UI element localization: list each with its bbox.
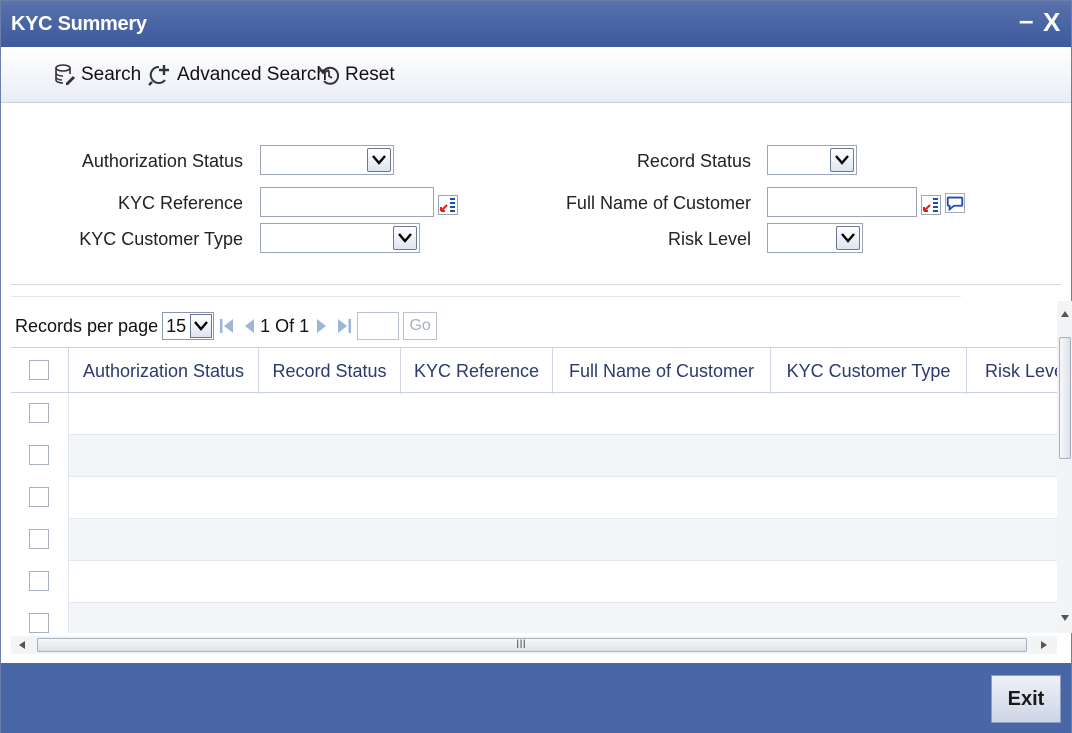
column-header-record-status[interactable]: Record Status: [259, 348, 401, 394]
previous-page-icon[interactable]: [240, 314, 258, 338]
window-title: KYC Summery: [11, 13, 147, 35]
scroll-up-icon[interactable]: [1061, 311, 1069, 317]
row-checkbox[interactable]: [29, 445, 49, 465]
kyc-customer-type-select[interactable]: [260, 223, 420, 253]
select-all-cell: [11, 348, 69, 394]
records-per-page-label: Records per page: [15, 315, 159, 336]
authorization-status-label: Authorization Status: [81, 151, 243, 171]
full-name-of-customer-label: Full Name of Customer: [565, 193, 751, 213]
table-row[interactable]: [11, 561, 1057, 603]
table-row[interactable]: [11, 519, 1057, 561]
authorization-status-select[interactable]: [260, 145, 394, 175]
table-row[interactable]: [11, 435, 1057, 477]
pagination-bar: Records per page 15 1 Of 1 Go: [15, 311, 438, 341]
kyc-summary-window: KYC Summery – X Search Advanced Search R…: [0, 0, 1072, 733]
column-header-kyc-reference[interactable]: KYC Reference: [401, 348, 553, 394]
row-checkbox[interactable]: [29, 403, 49, 423]
table-row[interactable]: [11, 477, 1057, 519]
row-checkbox[interactable]: [29, 529, 49, 549]
column-header-risk-level[interactable]: Risk Leve: [967, 348, 1057, 394]
advanced-search-icon: [148, 65, 169, 86]
column-header-full-name-of-customer[interactable]: Full Name of Customer: [553, 348, 771, 394]
exit-button[interactable]: Exit: [991, 675, 1061, 723]
vertical-scroll-thumb[interactable]: [1059, 337, 1071, 459]
last-page-icon[interactable]: [335, 314, 353, 338]
search-criteria-panel: Authorization Status KYC Reference KYC C…: [11, 105, 1061, 285]
reset-label: Reset: [345, 64, 395, 85]
next-page-icon[interactable]: [313, 314, 331, 338]
page-indicator: 1 Of 1: [260, 315, 310, 336]
table-row[interactable]: [11, 603, 1057, 633]
horizontal-scrollbar[interactable]: III: [11, 636, 1057, 654]
row-checkbox[interactable]: [29, 571, 49, 591]
row-checkbox[interactable]: [29, 613, 49, 633]
table-row[interactable]: [11, 393, 1057, 435]
risk-level-label: Risk Level: [667, 229, 751, 249]
grid-header: Authorization Status Record Status KYC R…: [11, 347, 1057, 394]
vertical-scrollbar[interactable]: [1057, 301, 1072, 633]
speech-bubble-icon[interactable]: [945, 193, 965, 213]
close-button[interactable]: X: [1043, 7, 1060, 37]
record-status-label: Record Status: [636, 151, 751, 171]
column-header-kyc-customer-type[interactable]: KYC Customer Type: [771, 348, 967, 394]
scroll-down-icon[interactable]: [1061, 615, 1069, 621]
horizontal-scroll-thumb[interactable]: III: [37, 637, 1027, 652]
go-button[interactable]: Go: [403, 312, 438, 340]
column-header-authorization-status[interactable]: Authorization Status: [69, 348, 259, 394]
chevron-down-icon[interactable]: [367, 148, 391, 172]
first-page-icon[interactable]: [218, 314, 236, 338]
advanced-search-button[interactable]: Advanced Search: [147, 63, 327, 87]
search-button[interactable]: Search: [53, 63, 141, 87]
select-all-checkbox[interactable]: [29, 360, 49, 380]
list-of-values-icon[interactable]: [438, 195, 458, 215]
records-per-page-value: 15: [166, 316, 187, 336]
results-grid: Authorization Status Record Status KYC R…: [11, 347, 1057, 633]
toolbar: Search Advanced Search Reset: [1, 47, 1071, 103]
page-number-input[interactable]: [357, 312, 400, 340]
chevron-down-icon[interactable]: [190, 314, 213, 338]
scroll-grip: III: [516, 637, 527, 651]
scroll-left-icon[interactable]: [19, 641, 25, 649]
chevron-down-icon[interactable]: [393, 226, 417, 250]
title-bar: KYC Summery – X: [1, 1, 1071, 47]
footer-bar: Exit: [1, 663, 1071, 733]
list-of-values-icon[interactable]: [921, 195, 941, 215]
records-per-page-select[interactable]: 15: [162, 312, 215, 340]
divider: [11, 296, 961, 297]
search-label: Search: [81, 64, 142, 85]
kyc-reference-input[interactable]: [260, 187, 434, 217]
reset-icon: [318, 66, 340, 85]
chevron-down-icon[interactable]: [830, 148, 854, 172]
kyc-reference-label: KYC Reference: [117, 193, 243, 213]
search-db-icon: [55, 64, 75, 85]
full-name-of-customer-input[interactable]: [767, 187, 917, 217]
kyc-customer-type-label: KYC Customer Type: [79, 229, 243, 249]
risk-level-select[interactable]: [767, 223, 863, 253]
chevron-down-icon[interactable]: [836, 226, 860, 250]
reset-button[interactable]: Reset: [317, 63, 395, 87]
record-status-select[interactable]: [767, 145, 857, 175]
advanced-search-label: Advanced Search: [177, 64, 327, 85]
minimize-button[interactable]: –: [1019, 5, 1033, 35]
row-checkbox[interactable]: [29, 487, 49, 507]
scroll-right-icon[interactable]: [1041, 641, 1047, 649]
